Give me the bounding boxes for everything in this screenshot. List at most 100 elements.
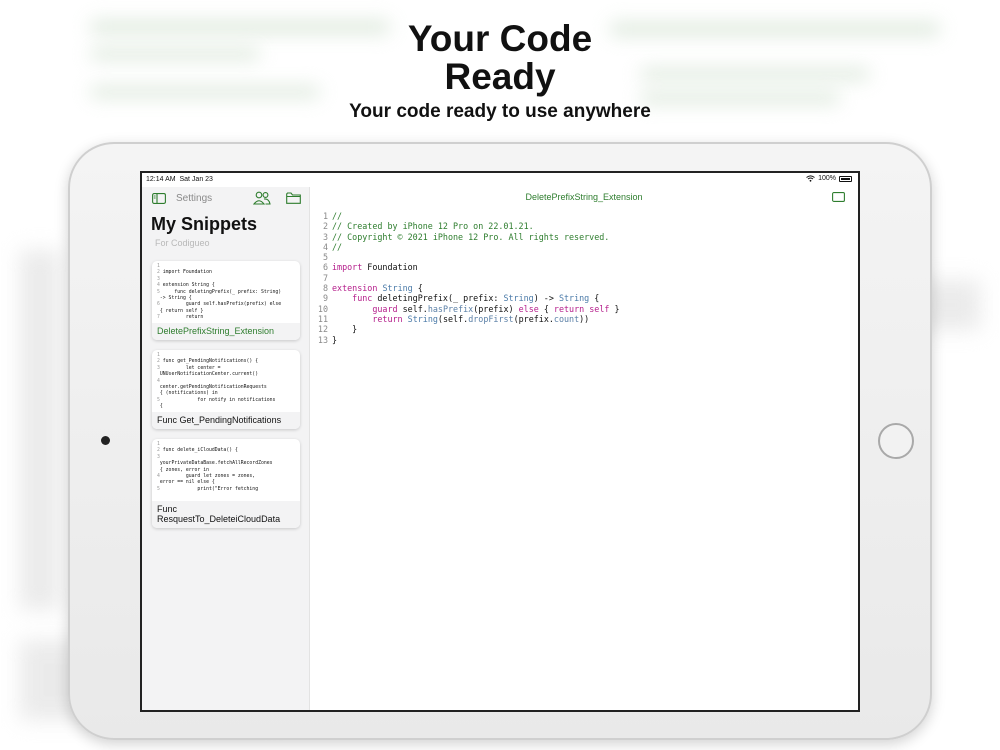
code-token: else [518, 303, 539, 314]
sidebar-title: My Snippets [151, 214, 258, 234]
code-token: String [503, 293, 534, 304]
preview-line-number: 4 [157, 378, 160, 384]
code-line: 11 return String(self.dropFirst(prefix.c… [316, 314, 846, 324]
code-text: return String(self.dropFirst(prefix.coun… [332, 314, 589, 324]
line-number: 3 [322, 231, 328, 242]
snippet-preview: 1 2 func get_PendingNotifications() {3 l… [152, 350, 300, 412]
preview-line-number: 2 [157, 270, 160, 276]
line-number: 4 [322, 241, 328, 252]
code-token: // Copyright © 2021 iPhone 12 Pro. All r… [332, 231, 610, 242]
preview-line-number: 1 [157, 442, 160, 447]
snippet-card[interactable]: 1 2 func delete_iCloudData() {3 yourPriv… [152, 439, 300, 528]
code-text: // [332, 242, 342, 252]
sidebar-toolbar: Settings [142, 187, 310, 211]
code-token: )) [579, 313, 590, 324]
preview-line-number: 3 [157, 276, 160, 282]
panel-icon[interactable] [832, 192, 845, 202]
code-token: count [553, 313, 580, 324]
preview-line-text: center.getPendingNotificationRequests [159, 385, 267, 391]
code-token: extension [332, 283, 378, 294]
preview-line-text: { zones, error in [159, 467, 209, 473]
preview-line-text: -> String { [159, 296, 192, 302]
code-token: String [407, 313, 438, 324]
preview-line: 5 print("Error fetching [157, 487, 295, 493]
preview-line: 5 for notify in notifications [157, 398, 295, 404]
line-number: 7 [322, 272, 328, 283]
line-number: 13 [317, 334, 328, 345]
preview-line-text: func get_PendingNotifications() { [162, 359, 259, 365]
preview-line-text: guard self.hasPrefix(prefix) else [162, 302, 282, 308]
preview-line-text: { (notifications) in [159, 391, 218, 397]
settings-button[interactable]: Settings [176, 193, 212, 204]
preview-line-number: 1 [157, 264, 160, 269]
code-text: func deletingPrefix(_ prefix: String) ->… [332, 293, 599, 303]
battery-icon [839, 175, 852, 182]
preview-line-text: import Foundation [162, 270, 212, 276]
code-line: 10 guard self.hasPrefix(prefix) else { r… [316, 304, 846, 314]
code-text: // [332, 211, 342, 221]
preview-line-text: extension String { [162, 283, 215, 289]
snippet-title: Func ResquestTo_DeleteiCloudData [152, 501, 300, 528]
preview-line-text: let center = [162, 365, 221, 371]
snippet-title: DeletePrefixString_Extension [152, 323, 300, 340]
code-line: 2 // Created by iPhone 12 Pro on 22.01.21… [316, 221, 846, 231]
status-bar: 12:14 AM Sat Jan 23 100% [142, 173, 858, 187]
editor-pane: DeletePrefixString_Extension 1 // 2 // Crea… [310, 187, 858, 710]
marketing-headline: Your Code Ready [0, 20, 1000, 96]
preview-line-text: print("Error fetching [162, 486, 259, 492]
code-token: guard [372, 303, 398, 314]
preview-line-text: func deletingPrefix(_ prefix: String) [162, 289, 282, 295]
code-line: 7 [316, 273, 846, 283]
snippet-card[interactable]: 1 2 func get_PendingNotifications() {3 l… [152, 350, 300, 429]
code-token: Foundation [362, 262, 418, 273]
line-number: 2 [322, 221, 328, 232]
wifi-icon [806, 175, 815, 182]
preview-line-number: 5 [157, 289, 160, 295]
folder-icon[interactable] [286, 192, 301, 204]
battery-percent: 100% [818, 175, 836, 182]
preview-line-number: 5 [157, 486, 160, 492]
code-token: return [553, 303, 585, 314]
code-editor[interactable]: 1 // 2 // Created by iPhone 12 Pro on 22.01… [316, 211, 846, 345]
code-text: } [332, 324, 357, 334]
headline-line-2: Ready [444, 56, 556, 97]
preview-line-text: { [159, 404, 163, 410]
code-token: } [332, 324, 358, 335]
code-line: 9 func deletingPrefix(_ prefix: String) … [316, 293, 846, 303]
code-token: import [332, 262, 363, 273]
editor-title: DeletePrefixString_Extension [525, 192, 643, 202]
snippet-preview: 1 2 func delete_iCloudData() {3 yourPriv… [152, 439, 300, 501]
code-token: } [332, 334, 338, 345]
preview-line-number: 4 [157, 283, 160, 289]
ipad-screen: 12:14 AM Sat Jan 23 100% Settings My Sni… [140, 171, 860, 712]
sidebar-toggle-icon[interactable] [152, 193, 166, 204]
snippet-card[interactable]: 1 2 import Foundation 3 4 extension Strin… [152, 261, 300, 340]
preview-line-text: UNUserNotificationCenter.current() [159, 372, 259, 378]
code-token: { [412, 283, 423, 294]
code-line: 8 extension String { [316, 283, 846, 293]
line-number: 1 [322, 211, 328, 221]
preview-line-text: return [162, 315, 204, 321]
preview-line: 7 return [157, 315, 295, 321]
code-line: 6 import Foundation [316, 262, 846, 272]
home-button[interactable] [878, 423, 914, 459]
status-clock: 12:14 AM [146, 176, 176, 183]
code-token: String [382, 283, 413, 294]
code-text: } [332, 335, 337, 345]
code-text: // Created by iPhone 12 Pro on 22.01.21. [332, 221, 534, 231]
code-text: guard self.hasPrefix(prefix) else { retu… [332, 303, 620, 314]
marketing-subheadline: Your code ready to use anywhere [349, 101, 651, 122]
preview-line: { [157, 404, 295, 410]
preview-line-number: 2 [157, 448, 160, 454]
people-icon[interactable] [253, 191, 271, 205]
code-token: self [589, 303, 610, 314]
camera-dot [101, 436, 110, 445]
code-token: return [372, 313, 403, 324]
code-text: extension String { [332, 283, 423, 293]
code-token: } [609, 303, 620, 314]
code-token: { [589, 293, 600, 304]
preview-line-number: 4 [157, 474, 160, 480]
code-text: // Copyright © 2021 iPhone 12 Pro. All r… [332, 232, 609, 242]
